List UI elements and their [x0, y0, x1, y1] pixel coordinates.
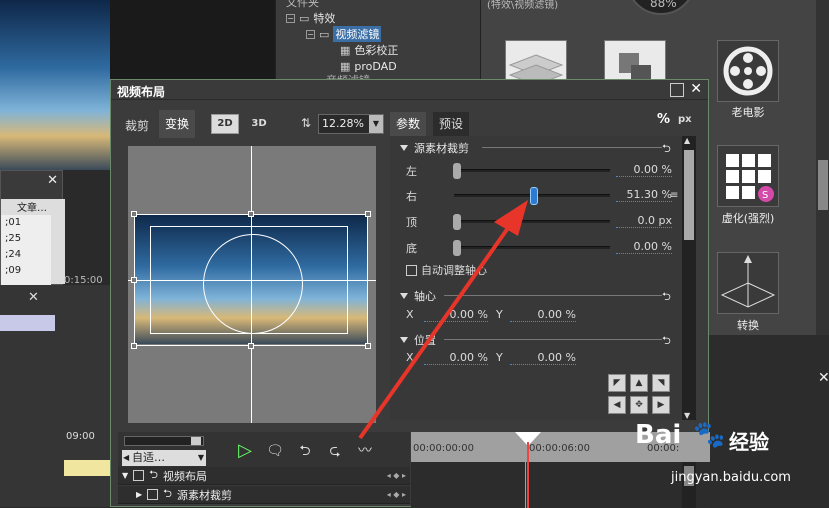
watermark: Bai 🐾 经验 jingyan.baidu.com: [635, 420, 791, 485]
paw-logo-icon: 🐾: [693, 420, 726, 450]
